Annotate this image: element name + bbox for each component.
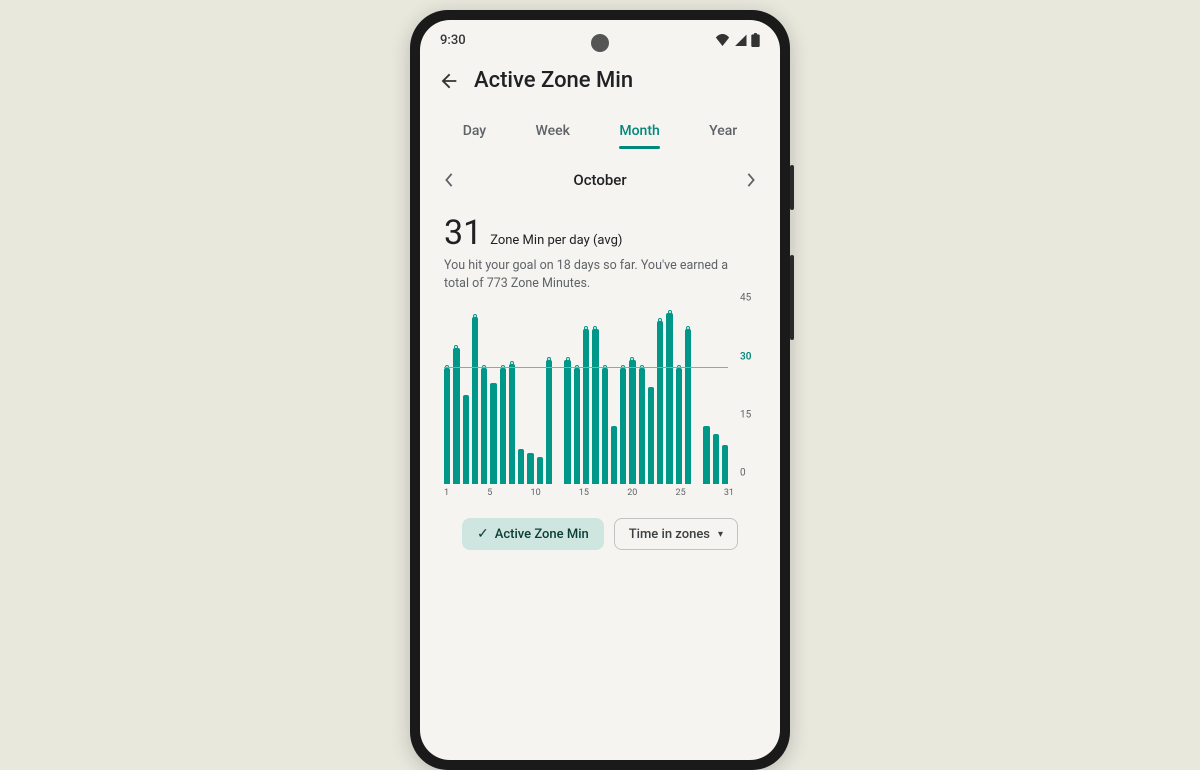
page-title: Active Zone Min bbox=[474, 68, 633, 93]
wifi-icon bbox=[715, 34, 730, 46]
chart-bar[interactable] bbox=[611, 426, 617, 484]
chart-bar[interactable] bbox=[666, 313, 672, 484]
chart-bar[interactable] bbox=[527, 453, 533, 484]
chart-bar[interactable] bbox=[537, 457, 543, 484]
chart-bar[interactable] bbox=[583, 329, 589, 485]
y-tick-label: 0 bbox=[740, 468, 746, 479]
front-camera bbox=[591, 34, 609, 52]
chart-bar[interactable] bbox=[481, 368, 487, 485]
y-tick-label: 30 bbox=[740, 351, 751, 362]
x-tick-label: 20 bbox=[627, 488, 637, 498]
period-navigator: October bbox=[420, 149, 780, 197]
chart-bar[interactable] bbox=[453, 348, 459, 484]
cellular-icon bbox=[734, 34, 747, 46]
status-icons bbox=[715, 33, 760, 47]
chart-x-axis: 151015202531 bbox=[444, 484, 760, 498]
goal-met-marker bbox=[510, 361, 514, 365]
previous-period-button[interactable] bbox=[444, 173, 454, 187]
chip-active-zone-min[interactable]: ✓ Active Zone Min bbox=[462, 518, 604, 550]
chart-bar[interactable] bbox=[463, 395, 469, 484]
chevron-down-icon: ▾ bbox=[718, 529, 723, 540]
goal-met-marker bbox=[473, 314, 477, 318]
phone-side-button bbox=[790, 255, 794, 340]
tab-month[interactable]: Month bbox=[613, 113, 665, 149]
summary-headline: 31 Zone Min per day (avg) bbox=[444, 213, 756, 253]
chart-mode-chips: ✓ Active Zone Min Time in zones ▾ bbox=[420, 502, 780, 566]
chart-bar[interactable] bbox=[500, 368, 506, 485]
x-tick-label: 10 bbox=[531, 488, 541, 498]
x-tick-label: 15 bbox=[579, 488, 589, 498]
clock-label: 9:30 bbox=[440, 33, 466, 48]
chart-bar[interactable] bbox=[518, 449, 524, 484]
summary-description: You hit your goal on 18 days so far. You… bbox=[444, 257, 756, 293]
chart-bar[interactable] bbox=[722, 445, 728, 484]
check-icon: ✓ bbox=[477, 526, 489, 542]
chip-label: Active Zone Min bbox=[495, 527, 589, 542]
battery-icon bbox=[751, 33, 760, 47]
summary-unit: Zone Min per day (avg) bbox=[490, 233, 622, 248]
x-tick-label: 5 bbox=[487, 488, 492, 498]
goal-met-marker bbox=[547, 357, 551, 361]
chart-bar[interactable] bbox=[490, 383, 496, 484]
goal-met-marker bbox=[658, 318, 662, 322]
tab-day[interactable]: Day bbox=[457, 113, 492, 149]
chip-time-in-zones[interactable]: Time in zones ▾ bbox=[614, 518, 738, 550]
goal-line bbox=[444, 367, 728, 368]
x-tick-label: 31 bbox=[724, 488, 734, 498]
goal-met-marker bbox=[668, 310, 672, 314]
tab-week[interactable]: Week bbox=[530, 113, 576, 149]
chart-plot[interactable] bbox=[444, 309, 728, 484]
period-label: October bbox=[573, 171, 626, 189]
chart-bar[interactable] bbox=[648, 387, 654, 484]
goal-met-marker bbox=[686, 326, 690, 330]
chart-bar[interactable] bbox=[703, 426, 709, 484]
goal-met-marker bbox=[630, 357, 634, 361]
page-header: Active Zone Min bbox=[420, 60, 780, 107]
chart-bar[interactable] bbox=[620, 368, 626, 485]
chart-bar[interactable] bbox=[657, 321, 663, 484]
goal-met-marker bbox=[593, 326, 597, 330]
goal-met-marker bbox=[566, 357, 570, 361]
goal-met-marker bbox=[584, 326, 588, 330]
y-tick-label: 45 bbox=[740, 293, 751, 304]
back-arrow-icon[interactable] bbox=[438, 70, 460, 92]
chart-bar[interactable] bbox=[574, 368, 580, 485]
chart-bar[interactable] bbox=[685, 329, 691, 485]
summary-value: 31 bbox=[444, 213, 482, 253]
chart-bar[interactable] bbox=[509, 364, 515, 485]
chart-bar[interactable] bbox=[592, 329, 598, 485]
chart-bar[interactable] bbox=[546, 360, 552, 484]
chart-bar[interactable] bbox=[639, 368, 645, 485]
bar-chart[interactable]: 0153045 bbox=[444, 309, 760, 484]
next-period-button[interactable] bbox=[746, 173, 756, 187]
chart-bar[interactable] bbox=[444, 368, 450, 485]
chart-bar[interactable] bbox=[676, 368, 682, 485]
chart-bar[interactable] bbox=[602, 368, 608, 485]
chart-bar[interactable] bbox=[472, 317, 478, 484]
chart-bar[interactable] bbox=[713, 434, 719, 485]
chart-area: 0153045 151015202531 bbox=[420, 299, 780, 502]
screen: 9:30 Active Zone Min Day Week bbox=[420, 20, 780, 760]
phone-side-button bbox=[790, 165, 794, 210]
summary-block: 31 Zone Min per day (avg) You hit your g… bbox=[420, 197, 780, 299]
chart-bar[interactable] bbox=[564, 360, 570, 484]
tab-year[interactable]: Year bbox=[703, 113, 743, 149]
phone-frame: 9:30 Active Zone Min Day Week bbox=[410, 10, 790, 770]
chart-bar[interactable] bbox=[629, 360, 635, 484]
range-tabs: Day Week Month Year bbox=[420, 107, 780, 149]
y-tick-label: 15 bbox=[740, 409, 751, 420]
chart-y-axis: 0153045 bbox=[734, 309, 760, 484]
chip-label: Time in zones bbox=[629, 527, 710, 542]
goal-met-marker bbox=[454, 345, 458, 349]
x-tick-label: 1 bbox=[444, 488, 449, 498]
x-tick-label: 25 bbox=[676, 488, 686, 498]
